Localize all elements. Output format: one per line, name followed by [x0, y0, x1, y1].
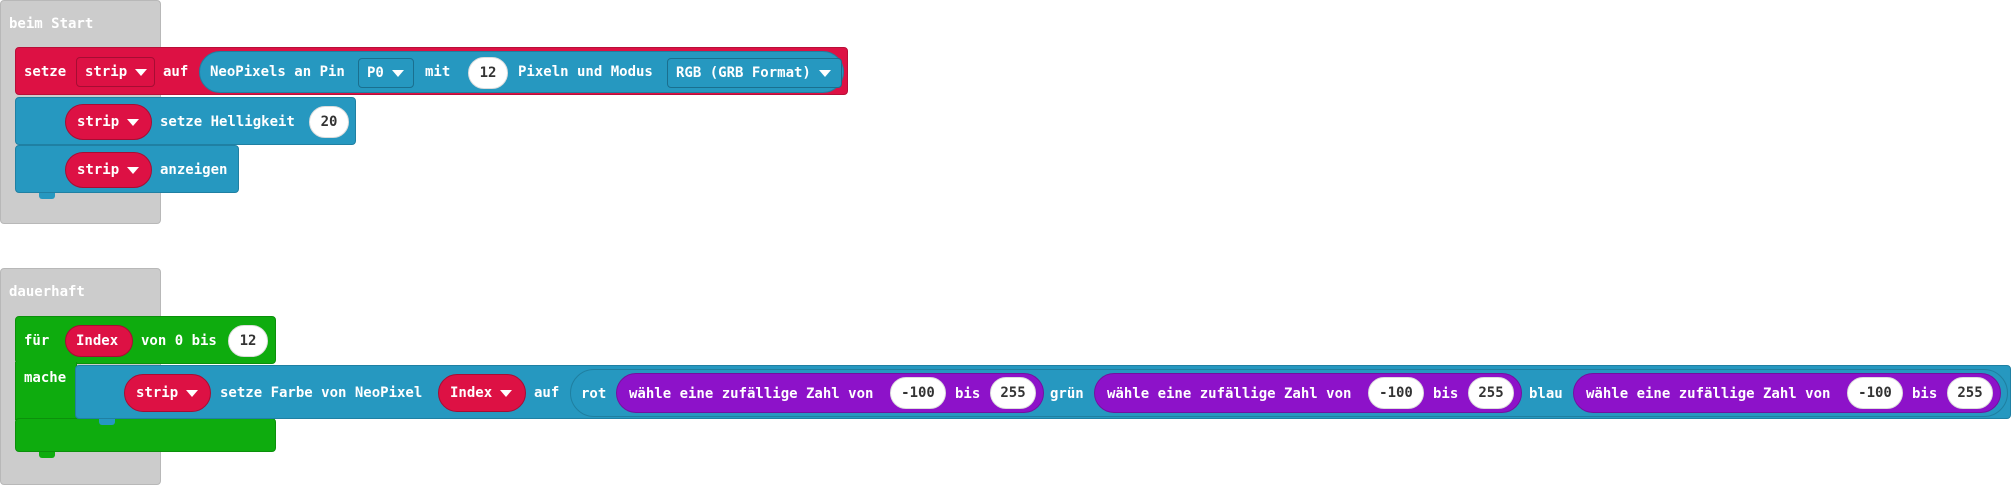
- to-keyword: auf: [163, 64, 189, 80]
- caret-down-icon: [127, 166, 140, 174]
- set-strip-block[interactable]: setze strip auf NeoPixels an Pin P0 mit …: [15, 47, 848, 95]
- block-notch: [39, 452, 55, 458]
- set-keyword: setze: [24, 64, 67, 80]
- for-loop-body-side: mache: [15, 362, 77, 420]
- on-start-label: beim Start: [9, 16, 94, 32]
- show-block[interactable]: strip anzeigen: [15, 145, 239, 193]
- do-label: mache: [24, 370, 67, 386]
- pin-dropdown[interactable]: P0: [358, 58, 414, 88]
- show-text: anzeigen: [160, 162, 228, 178]
- caret-down-icon: [818, 69, 831, 77]
- index-variable-pill[interactable]: Index: [438, 374, 526, 412]
- block-notch: [39, 193, 55, 199]
- strip-variable-dropdown[interactable]: strip: [76, 57, 155, 87]
- to-keyword: auf: [534, 385, 560, 401]
- index-variable-pill[interactable]: Index: [65, 325, 133, 357]
- rgb-block[interactable]: rot wähle eine zufällige Zahl von -100 b…: [570, 369, 2008, 417]
- pin-label: P0: [367, 65, 384, 81]
- set-pixel-color-block[interactable]: strip setze Farbe von NeoPixel Index auf…: [75, 365, 2011, 419]
- green-label: grün: [1050, 386, 1084, 402]
- between-text: bis: [955, 386, 981, 402]
- random-green-block[interactable]: wähle eine zufällige Zahl von -100 bis 2…: [1094, 373, 1522, 413]
- create-neopixel-block[interactable]: NeoPixels an Pin P0 mit 12 Pixeln und Mo…: [199, 51, 844, 93]
- create-neopixel-text: NeoPixels an Pin: [210, 64, 345, 80]
- for-keyword: für: [24, 333, 50, 349]
- green-min-input[interactable]: -100: [1368, 377, 1424, 409]
- mode-label: RGB (GRB Format): [676, 65, 811, 81]
- for-loop-block[interactable]: für Index von 0 bis 12: [15, 316, 276, 364]
- caret-down-icon: [127, 118, 140, 126]
- red-max-input[interactable]: 255: [990, 377, 1036, 409]
- blue-max-input[interactable]: 255: [1947, 377, 1993, 409]
- red-label: rot: [581, 386, 607, 402]
- caret-down-icon: [391, 69, 404, 77]
- pixel-count-input[interactable]: 12: [468, 57, 508, 89]
- index-variable-label: Index: [76, 333, 119, 349]
- index-variable-label: Index: [450, 385, 493, 401]
- block-notch: [99, 419, 115, 425]
- forever-label: dauerhaft: [9, 284, 85, 300]
- strip-variable-pill[interactable]: strip: [65, 152, 152, 188]
- mode-text: Pixeln und Modus: [518, 64, 653, 80]
- set-brightness-text: setze Helligkeit: [160, 114, 295, 130]
- red-min-input[interactable]: -100: [890, 377, 946, 409]
- loop-end-input[interactable]: 12: [228, 325, 268, 357]
- blue-min-input[interactable]: -100: [1847, 377, 1903, 409]
- caret-down-icon: [500, 389, 513, 397]
- random-text: wähle eine zufällige Zahl von: [1107, 386, 1352, 402]
- brightness-input[interactable]: 20: [309, 106, 349, 138]
- caret-down-icon: [135, 68, 148, 76]
- with-keyword: mit: [425, 64, 451, 80]
- random-text: wähle eine zufällige Zahl von: [1586, 386, 1831, 402]
- between-text: bis: [1433, 386, 1459, 402]
- random-red-block[interactable]: wähle eine zufällige Zahl von -100 bis 2…: [616, 373, 1044, 413]
- random-blue-block[interactable]: wähle eine zufällige Zahl von -100 bis 2…: [1573, 373, 2001, 413]
- strip-variable-label: strip: [136, 385, 179, 401]
- caret-down-icon: [186, 389, 199, 397]
- set-pixel-color-text: setze Farbe von NeoPixel: [220, 385, 423, 401]
- for-loop-bottom: [15, 418, 276, 452]
- blue-label: blau: [1529, 386, 1563, 402]
- range-text: von 0 bis: [141, 333, 217, 349]
- strip-variable-label: strip: [85, 64, 128, 80]
- green-max-input[interactable]: 255: [1468, 377, 1514, 409]
- mode-dropdown[interactable]: RGB (GRB Format): [667, 58, 842, 88]
- strip-variable-label: strip: [77, 114, 120, 130]
- between-text: bis: [1912, 386, 1938, 402]
- random-text: wähle eine zufällige Zahl von: [629, 386, 874, 402]
- strip-variable-pill[interactable]: strip: [124, 374, 211, 412]
- strip-variable-pill[interactable]: strip: [65, 104, 152, 140]
- set-brightness-block[interactable]: strip setze Helligkeit 20: [15, 97, 356, 145]
- strip-variable-label: strip: [77, 162, 120, 178]
